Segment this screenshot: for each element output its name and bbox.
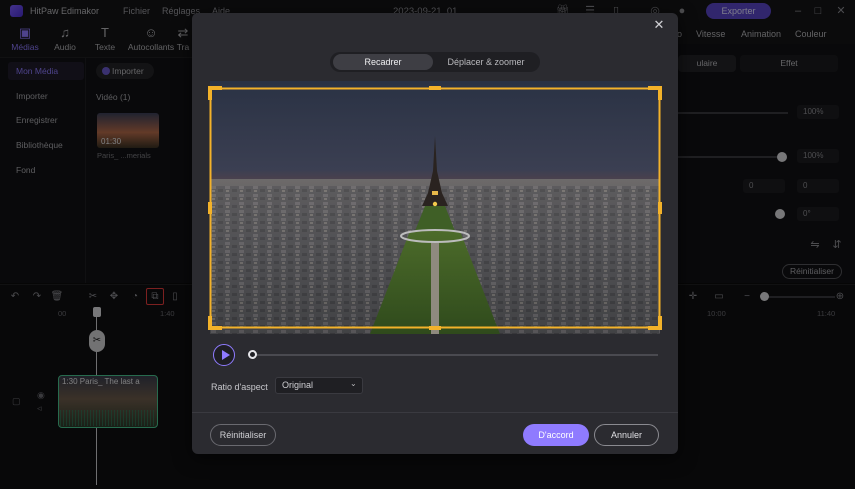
crop-frame[interactable] (208, 86, 662, 330)
reset-button[interactable]: Réinitialiser (210, 424, 276, 446)
dialog-divider (192, 412, 678, 413)
aspect-ratio-label: Ratio d'aspect (211, 382, 268, 392)
play-icon (222, 350, 230, 360)
chevron-down-icon: ⌄ (350, 379, 357, 388)
cancel-button[interactable]: Annuler (594, 424, 659, 446)
tab-recadrer[interactable]: Recadrer (333, 54, 433, 70)
ok-button[interactable]: D'accord (523, 424, 589, 446)
scrubber-knob[interactable] (248, 350, 257, 359)
tab-deplacer-zoomer[interactable]: Déplacer & zoomer (435, 54, 537, 70)
playback-scrubber[interactable] (252, 354, 658, 356)
close-icon[interactable]: ✕ (652, 18, 666, 32)
